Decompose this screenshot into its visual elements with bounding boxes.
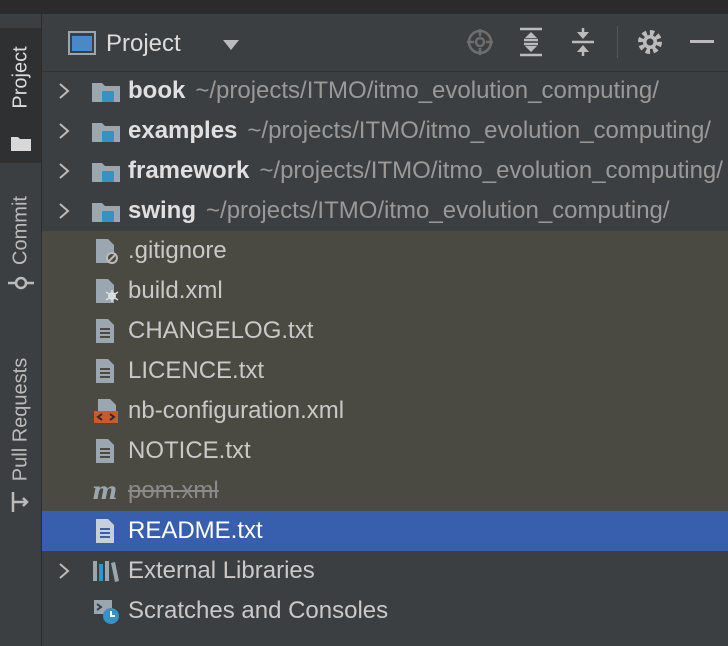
- tree-row-file[interactable]: LICENCE.txt: [42, 351, 728, 391]
- tree-row-file-selected[interactable]: README.txt: [42, 511, 728, 551]
- folder-icon: [11, 137, 31, 151]
- tree-row-file[interactable]: NOTICE.txt: [42, 431, 728, 471]
- tree-row-module[interactable]: book ~/projects/ITMO/itmo_evolution_compu…: [42, 71, 728, 111]
- tree-row-module[interactable]: swing ~/projects/ITMO/itmo_evolution_comp…: [42, 191, 728, 231]
- module-folder-icon: [92, 123, 120, 142]
- collapse-all-icon[interactable]: [570, 27, 596, 57]
- libraries-icon: [93, 561, 119, 582]
- module-label: swing ~/projects/ITMO/itmo_evolution_comp…: [128, 197, 670, 224]
- module-folder-icon: [92, 203, 120, 222]
- chevron-right-icon[interactable]: [56, 123, 72, 139]
- module-folder-icon: [92, 83, 120, 102]
- header-divider: [617, 26, 618, 58]
- tree-row-module[interactable]: examples ~/projects/ITMO/itmo_evolution_c…: [42, 111, 728, 151]
- file-label: README.txt: [128, 517, 263, 544]
- tab-pull-requests[interactable]: Pull Requests: [0, 334, 41, 534]
- commit-icon: [8, 276, 34, 290]
- expand-all-icon[interactable]: [518, 27, 544, 57]
- file-label: NOTICE.txt: [128, 437, 251, 464]
- file-label: LICENCE.txt: [128, 357, 265, 384]
- tree-row-module[interactable]: framework ~/projects/ITMO/itmo_evolution_…: [42, 151, 728, 191]
- locate-icon[interactable]: [466, 28, 494, 56]
- tree-row-external-libraries[interactable]: External Libraries: [42, 551, 728, 591]
- tab-project-label: Project: [9, 46, 31, 109]
- chevron-right-icon[interactable]: [56, 203, 72, 219]
- tree-row-file[interactable]: nb-configuration.xml: [42, 391, 728, 431]
- text-file-icon: [96, 439, 114, 463]
- tab-project[interactable]: Project: [0, 28, 41, 163]
- module-label: framework ~/projects/ITMO/itmo_evolution_…: [128, 157, 723, 184]
- chevron-right-icon[interactable]: [56, 83, 72, 99]
- text-file-icon: [96, 319, 114, 343]
- file-label: CHANGELOG.txt: [128, 317, 314, 344]
- module-path: ~/projects/ITMO/itmo_evolution_computing…: [247, 117, 711, 144]
- xml-file-icon: [94, 399, 118, 423]
- ant-build-file-icon: [96, 279, 119, 303]
- pull-request-icon: [11, 492, 29, 512]
- module-path: ~/projects/ITMO/itmo_evolution_computing…: [259, 157, 723, 184]
- chevron-right-icon[interactable]: [56, 563, 72, 579]
- text-file-icon: [96, 359, 114, 383]
- svg-text:m: m: [92, 477, 117, 505]
- tab-commit-label: Commit: [9, 196, 31, 265]
- view-selector-title[interactable]: Project: [106, 30, 181, 58]
- scratches-icon: [94, 600, 119, 624]
- scratches-label: Scratches and Consoles: [128, 597, 389, 624]
- gitignore-file-icon: [96, 239, 118, 264]
- tree-row-file[interactable]: build.xml: [42, 271, 728, 311]
- external-libraries-label: External Libraries: [128, 557, 315, 584]
- tree-row-file[interactable]: .gitignore: [42, 231, 728, 271]
- module-path: ~/projects/ITMO/itmo_evolution_computing…: [195, 77, 659, 104]
- tool-window-bar: Project Commit Pull Requests: [0, 14, 42, 646]
- gear-icon[interactable]: [637, 29, 663, 55]
- file-label: build.xml: [128, 277, 223, 304]
- file-label: pom.xml: [128, 477, 219, 504]
- module-path: ~/projects/ITMO/itmo_evolution_computing…: [206, 197, 670, 224]
- minimize-icon[interactable]: [690, 40, 714, 44]
- file-label: .gitignore: [128, 237, 227, 264]
- module-label: book ~/projects/ITMO/itmo_evolution_compu…: [128, 77, 659, 104]
- window-top-strip: [0, 0, 728, 14]
- tree-row-scratches[interactable]: Scratches and Consoles: [42, 591, 728, 631]
- tab-commit[interactable]: Commit: [0, 179, 41, 314]
- text-file-icon: [96, 519, 114, 543]
- maven-icon: m: [92, 477, 117, 505]
- project-toolwindow-header: Project: [42, 14, 728, 72]
- file-label: nb-configuration.xml: [128, 397, 345, 424]
- chevron-down-icon[interactable]: [222, 39, 240, 51]
- tree-row-file[interactable]: CHANGELOG.txt: [42, 311, 728, 351]
- tree-row-file[interactable]: m pom.xml: [42, 471, 728, 511]
- module-folder-icon: [92, 163, 120, 182]
- module-label: examples ~/projects/ITMO/itmo_evolution_c…: [128, 117, 711, 144]
- project-view-icon: [68, 31, 96, 55]
- tab-pull-requests-label: Pull Requests: [9, 357, 31, 482]
- chevron-right-icon[interactable]: [56, 163, 72, 179]
